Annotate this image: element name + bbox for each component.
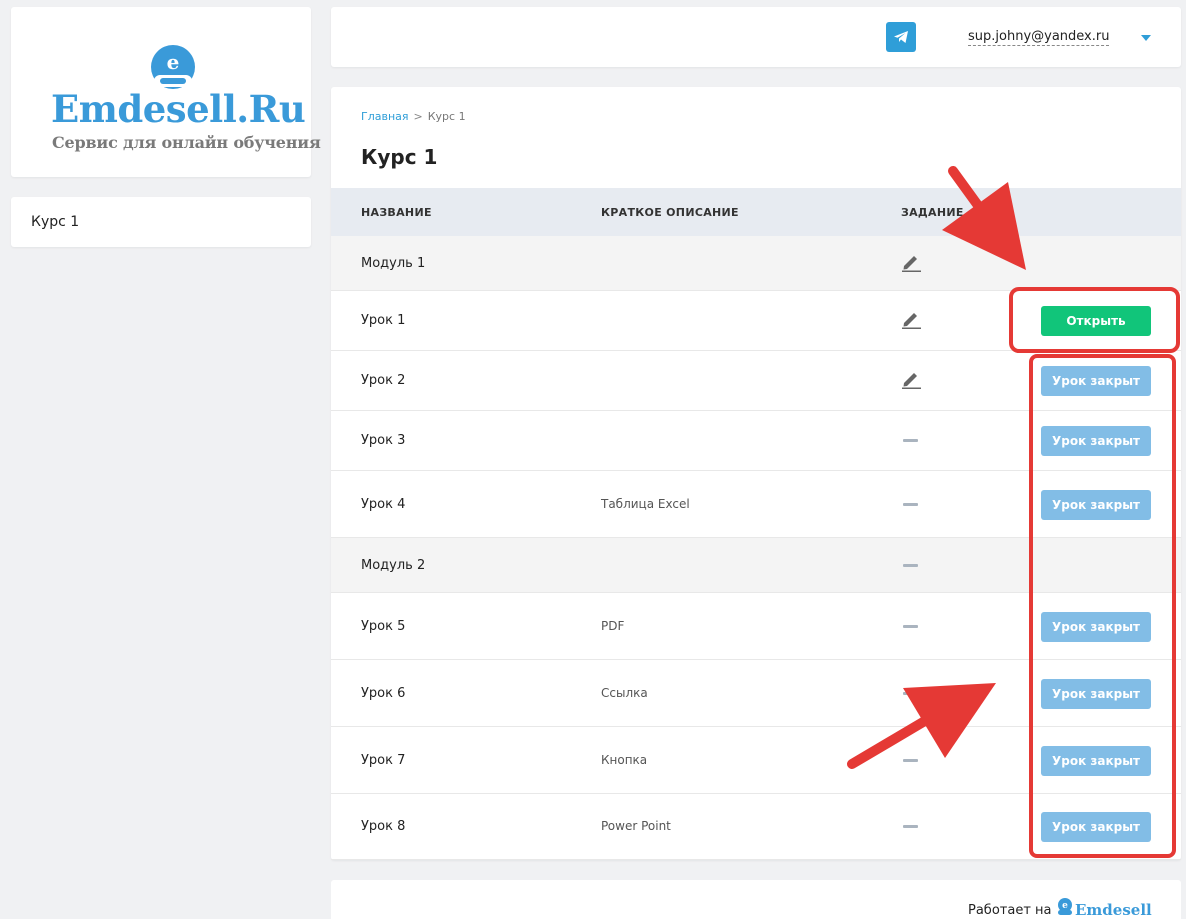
table-header: НАЗВАНИЕ КРАТКОЕ ОПИСАНИЕ ЗАДАНИЕ [331,188,1181,236]
column-header-description: КРАТКОЕ ОПИСАНИЕ [601,206,739,219]
row-name: Урок 1 [361,313,406,328]
dash-icon [903,825,918,828]
row-name: Урок 6 [361,685,406,701]
lesson-closed-button: Урок закрыт [1041,678,1151,709]
breadcrumb: Главная > Курс 1 [361,110,466,123]
column-header-task: ЗАДАНИЕ [901,206,964,219]
module-row: Модуль 2 [331,538,1181,593]
dash-icon [903,624,918,628]
row-name: Урок 3 [361,433,406,448]
table-row: Урок 2 Урок закрыт [331,351,1181,411]
table-row: Урок 4 Таблица Excel Урок закрыт [331,471,1181,538]
footer: Работает на e Emdesell [331,880,1181,919]
row-description: PDF [601,618,625,633]
row-description: Ссылка [601,685,648,700]
breadcrumb-current: Курс 1 [427,110,466,123]
lesson-closed-button: Урок закрыт [1041,366,1151,396]
lesson-closed-button: Урок закрыт [1041,611,1151,642]
row-name: Урок 4 [361,496,406,512]
user-email[interactable]: sup.johny@yandex.ru [968,29,1110,46]
lesson-closed-button: Урок закрыт [1041,489,1151,520]
lesson-closed-button: Урок закрыт [1041,812,1151,842]
row-description: Таблица Excel [601,496,690,511]
dash-icon [903,758,918,762]
main-content: Главная > Курс 1 Курс 1 НАЗВАНИЕ КРАТКОЕ О… [331,87,1181,860]
table-row: Урок 3 Урок закрыт [331,411,1181,471]
breadcrumb-separator: > [413,110,423,123]
row-description: Кнопка [601,752,648,767]
lesson-closed-button: Урок закрыт [1041,426,1151,456]
row-name: Урок 7 [361,752,406,768]
row-name: Урок 5 [361,618,406,634]
top-bar: sup.johny@yandex.ru [331,7,1181,67]
row-name: Урок 2 [361,373,406,388]
module-row: Модуль 1 [331,236,1181,291]
dash-icon [903,563,918,567]
lesson-closed-button: Урок закрыт [1041,745,1151,776]
table-row: Урок 1 Открыть [331,291,1181,351]
page-title: Курс 1 [361,145,438,169]
sidebar-item-label: Курс 1 [31,214,80,230]
footer-brand[interactable]: Emdesell [1075,901,1152,919]
dash-icon [903,691,918,695]
chevron-down-icon[interactable] [1141,35,1151,41]
svg-text:e: e [167,50,180,74]
dash-icon [903,439,918,442]
footer-powered-by: Работает на [968,903,1052,918]
brand-title: Emdesell.Ru [51,87,306,131]
row-name: Модуль 1 [361,255,426,271]
svg-text:e: e [1062,901,1068,911]
row-name: Модуль 2 [361,557,426,573]
breadcrumb-home-link[interactable]: Главная [361,110,409,123]
open-lesson-button[interactable]: Открыть [1041,306,1151,336]
table-row: Урок 7 Кнопка Урок закрыт [331,727,1181,794]
footer-logo-icon: e [1058,898,1072,915]
row-description: Power Point [601,819,671,833]
pencil-icon[interactable] [899,309,923,329]
row-name: Урок 8 [361,819,406,834]
telegram-icon [894,31,908,43]
table-row: Урок 6 Ссылка Урок закрыт [331,660,1181,727]
table-row: Урок 8 Power Point Урок закрыт [331,794,1181,860]
column-header-name: НАЗВАНИЕ [361,206,432,219]
table-row: Урок 5 PDF Урок закрыт [331,593,1181,660]
pencil-icon[interactable] [899,252,923,272]
brand-subtitle: Сервис для онлайн обучения [52,133,321,152]
logo-card: e Emdesell.Ru Сервис для онлайн обучения [11,7,321,177]
sidebar-item-course-1[interactable]: Курс 1 [11,197,311,247]
dash-icon [903,502,918,506]
pencil-icon[interactable] [899,369,923,389]
telegram-button[interactable] [886,22,916,52]
